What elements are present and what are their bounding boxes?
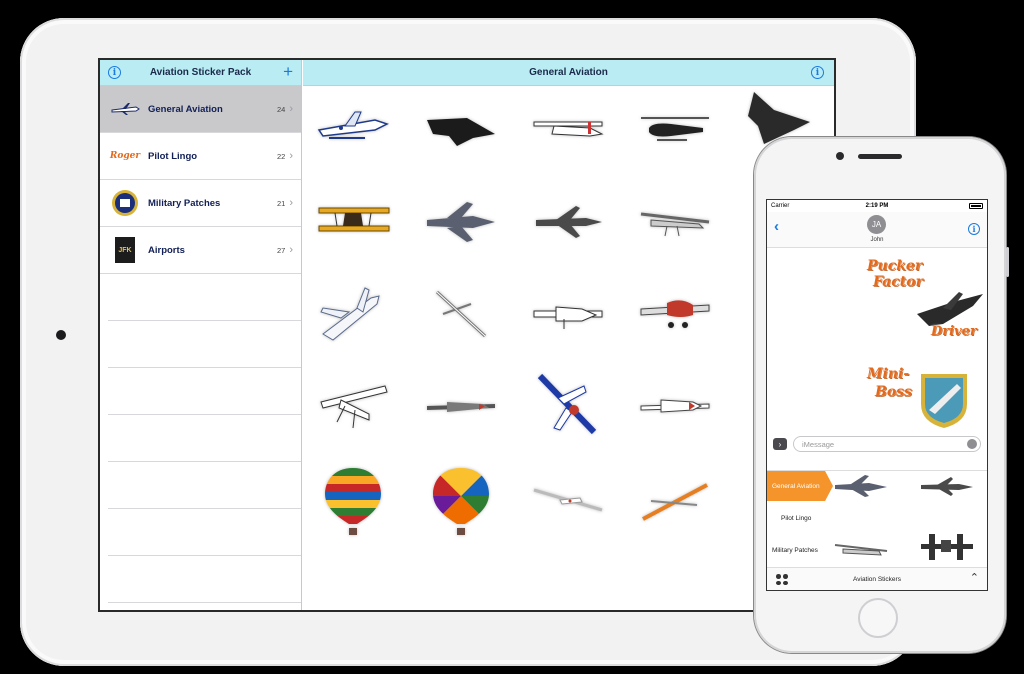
drawer-tab-military-patches[interactable]: Military Patches: [767, 535, 833, 565]
message-thread: Pucker Factor Driver Mini- Boss: [767, 248, 987, 434]
home-button[interactable]: [858, 598, 898, 638]
battery-icon: [969, 203, 983, 209]
f22-fighter-sticker[interactable]: [421, 192, 501, 252]
sticker-text-pucker: Pucker: [867, 258, 923, 274]
empty-row: [108, 556, 301, 603]
empty-row: [108, 368, 301, 415]
predator-drone-sticker[interactable]: [635, 192, 715, 252]
info-icon[interactable]: i: [968, 223, 980, 235]
pack-label: Military Patches: [148, 197, 221, 209]
chevron-up-icon[interactable]: ⌃: [970, 571, 979, 584]
pack-count: 22: [276, 151, 286, 161]
compose-bar: › iMessage: [767, 434, 987, 454]
plus-icon[interactable]: +: [283, 62, 293, 82]
chevron-right-icon: ›: [289, 197, 293, 209]
cessna-sticker[interactable]: [528, 98, 608, 158]
empty-row: [108, 509, 301, 556]
master-title: Aviation Sticker Pack: [149, 67, 252, 78]
cessna-outline-sticker[interactable]: [313, 376, 393, 436]
pack-label: Airports: [148, 244, 185, 256]
empty-row: [108, 462, 301, 509]
patch-thumb-icon: [110, 188, 140, 218]
empty-row: [108, 415, 301, 462]
warbird-sticker[interactable]: [635, 284, 715, 344]
pack-row-general-aviation[interactable]: General Aviation 24 ›: [100, 86, 301, 133]
pack-count: 24: [276, 104, 286, 114]
p38-lightning-sticker[interactable]: [917, 529, 977, 565]
empty-row: [108, 274, 301, 321]
predator-drone-sticker[interactable]: [831, 535, 891, 565]
jfk-thumb-icon: JFK: [110, 235, 140, 265]
detail-title: General Aviation: [529, 67, 608, 78]
p51-mustang-sticker[interactable]: [421, 376, 501, 436]
biplane-sticker[interactable]: [313, 192, 393, 252]
sticker-text-boss: Boss: [875, 384, 912, 400]
chevron-right-icon: ›: [289, 244, 293, 256]
sticker-pack-list: i Aviation Sticker Pack + General Aviati…: [100, 60, 302, 610]
info-icon[interactable]: i: [811, 66, 824, 79]
side-button: [1006, 247, 1009, 277]
helicopter-sticker[interactable]: [635, 98, 715, 158]
chevron-right-icon: ›: [289, 150, 293, 162]
microphone-icon[interactable]: [967, 439, 977, 449]
ipad-screen: i Aviation Sticker Pack + General Aviati…: [98, 58, 836, 612]
iphone-device: Carrier 2:19 PM ‹ JA John i Pucker Facto…: [754, 137, 1009, 653]
drawer-title: Aviation Stickers: [853, 575, 901, 583]
app-drawer-icon[interactable]: ›: [773, 438, 787, 450]
pack-label: Pilot Lingo: [148, 150, 198, 162]
master-nav-bar: i Aviation Sticker Pack +: [100, 60, 301, 86]
pilatus-sticker[interactable]: [635, 376, 715, 436]
stealth-fighter-sticker[interactable]: [421, 98, 501, 158]
sticker-text-driver: Driver: [931, 324, 977, 339]
pack-row-pilot-lingo[interactable]: Roger Pilot Lingo 22 ›: [100, 133, 301, 180]
drawer-tab-pilot-lingo[interactable]: Pilot Lingo: [767, 503, 833, 533]
f16-fighter-sticker[interactable]: [917, 471, 977, 501]
status-time: 2:19 PM: [865, 203, 889, 209]
drawer-bottom-bar: Aviation Stickers ⌃: [767, 567, 987, 590]
status-bar: Carrier 2:19 PM: [767, 200, 987, 212]
imessage-input[interactable]: iMessage: [793, 436, 981, 452]
back-chevron-icon[interactable]: ‹: [774, 218, 779, 235]
iphone-screen: Carrier 2:19 PM ‹ JA John i Pucker Facto…: [766, 199, 988, 591]
sticker-text-mini: Mini-: [867, 366, 910, 382]
wireframe-plane-sticker[interactable]: [421, 284, 501, 344]
info-icon[interactable]: i: [108, 66, 121, 79]
speaker-grille: [858, 154, 902, 159]
f22-fighter-sticker[interactable]: [831, 471, 891, 501]
pack-row-airports[interactable]: JFK Airports 27 ›: [100, 227, 301, 274]
pack-count: 21: [276, 198, 286, 208]
drawer-tab-general-aviation[interactable]: General Aviation: [767, 471, 833, 501]
detail-nav-bar: General Aviation i: [303, 60, 834, 86]
sticker-drawer: General Aviation Pilot Lingo Military Pa…: [767, 470, 987, 568]
airplane-thumb-icon: [110, 94, 140, 124]
pack-row-military-patches[interactable]: Military Patches 21 ›: [100, 180, 301, 227]
roger-thumb-icon: Roger: [109, 151, 141, 161]
f16-fighter-sticker[interactable]: [528, 192, 608, 252]
white-glider-sticker[interactable]: [528, 470, 608, 530]
pack-label: General Aviation: [148, 103, 223, 115]
hot-air-balloon-colors-sticker[interactable]: [421, 464, 501, 540]
business-jet-sticker[interactable]: [313, 284, 393, 344]
ipad-camera: [56, 330, 66, 340]
orange-glider-sticker[interactable]: [635, 470, 715, 530]
contact-avatar[interactable]: JA: [867, 215, 886, 234]
hot-air-balloon-stripes-sticker[interactable]: [313, 464, 393, 540]
empty-row: [108, 321, 301, 368]
aerobatic-plane-sticker[interactable]: [528, 284, 608, 344]
red-white-blue-jet-sticker[interactable]: [528, 370, 608, 442]
seaplane-sticker[interactable]: [313, 98, 393, 158]
military-patch-sticker: [921, 374, 967, 428]
pack-count: 27: [276, 245, 286, 255]
front-camera: [836, 152, 844, 160]
message-header: ‹ JA John i: [767, 212, 987, 248]
apps-grid-icon[interactable]: [776, 574, 788, 585]
contact-name: John: [870, 237, 884, 243]
chevron-right-icon: ›: [289, 103, 293, 115]
